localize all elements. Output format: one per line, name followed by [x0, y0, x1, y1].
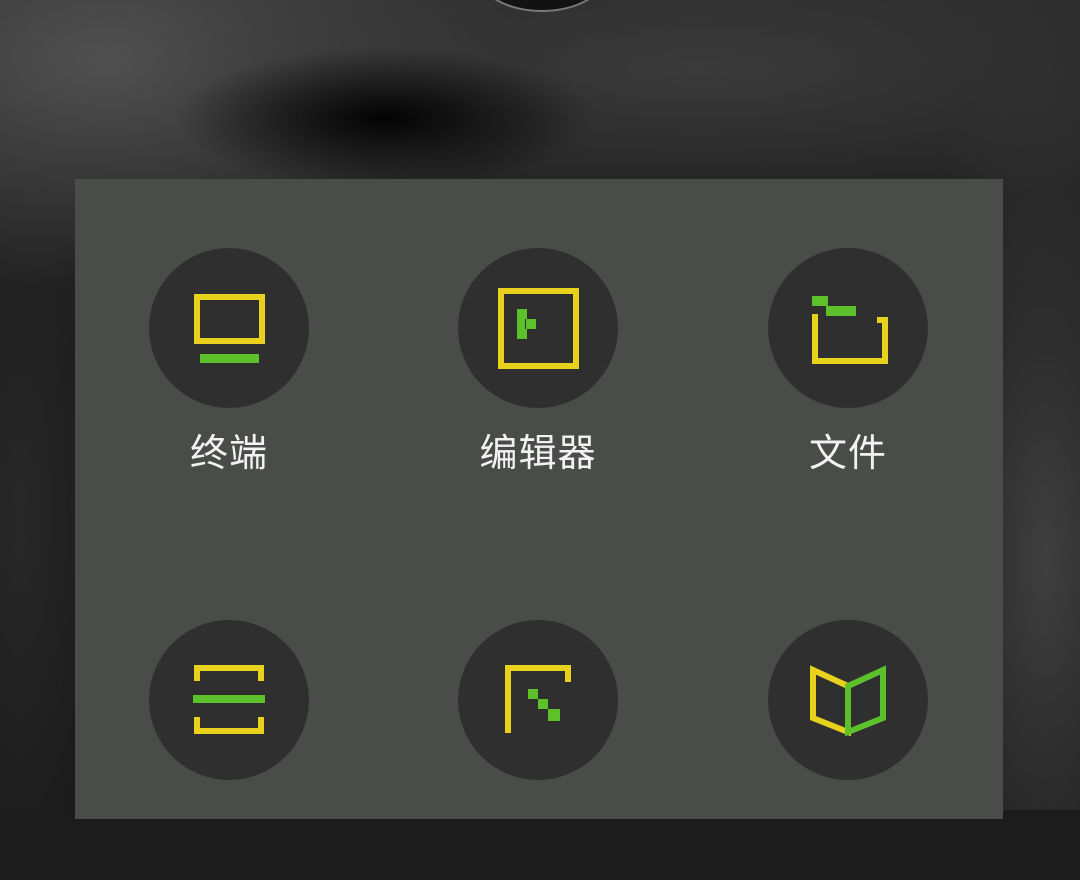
app-scan[interactable] [109, 620, 349, 880]
wallpaper-object [478, 0, 606, 12]
app-book[interactable] [728, 620, 968, 880]
app-files[interactable]: 文件 [728, 248, 968, 508]
app-terminal[interactable]: 终端 [109, 248, 349, 508]
app-icon-background [149, 248, 309, 408]
files-icon [812, 296, 888, 364]
app-icon-background [768, 620, 928, 780]
scan-icon [193, 665, 265, 734]
app-editor[interactable]: 编辑器 [418, 248, 658, 508]
app-icon-background [458, 248, 618, 408]
app-icon-background [149, 620, 309, 780]
terminal-icon [194, 294, 265, 363]
app-folder-panel: 终端 编辑器 文件 [75, 179, 1003, 819]
resize-icon [505, 665, 571, 733]
app-label-terminal: 终端 [189, 431, 268, 475]
app-resize[interactable] [418, 620, 658, 880]
app-label-editor: 编辑器 [479, 431, 597, 475]
book-icon [810, 665, 886, 737]
app-icon-background [458, 620, 618, 780]
app-label-files: 文件 [808, 431, 887, 475]
app-icon-background [768, 248, 928, 408]
editor-icon [498, 288, 579, 369]
